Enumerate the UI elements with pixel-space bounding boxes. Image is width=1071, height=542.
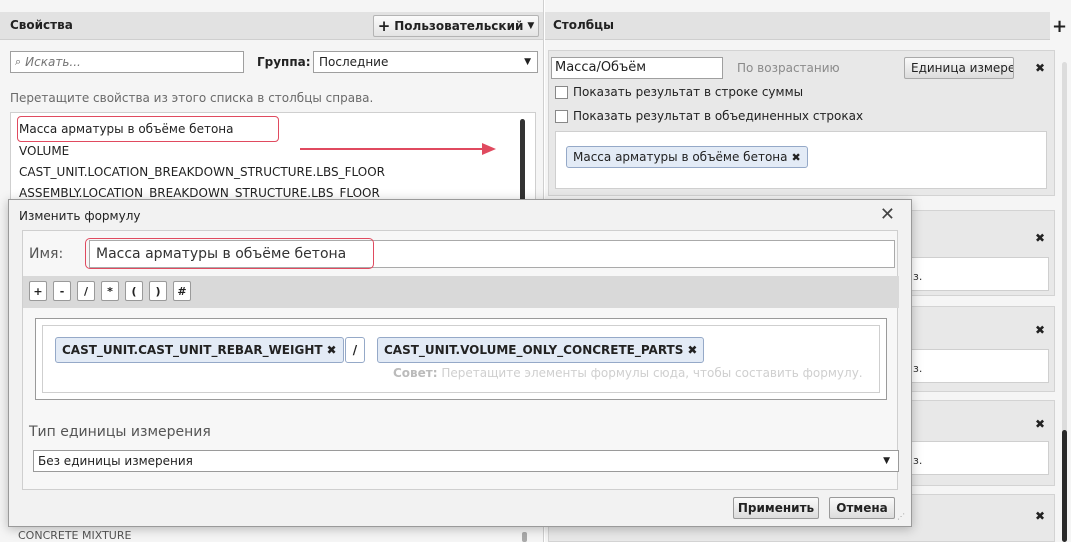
formula-chip[interactable]: CAST_UNIT.CAST_UNIT_REBAR_WEIGHT ✖ (55, 337, 344, 363)
plus-icon: + (377, 16, 391, 35)
search-input[interactable] (25, 55, 226, 69)
chip-label: Масса арматуры в объёме бетона (573, 150, 788, 164)
add-column-button[interactable]: + (1052, 18, 1068, 36)
close-icon[interactable]: ✕ (880, 204, 895, 225)
formula-operator[interactable]: / (345, 337, 365, 363)
close-icon[interactable]: ✖ (687, 343, 697, 357)
column-drop-area[interactable]: з. (907, 257, 1049, 291)
unit-button[interactable]: Единица измере (904, 57, 1014, 79)
search-icon: ⌕ (15, 55, 22, 68)
chevron-down-icon: ▼ (527, 21, 535, 31)
chevron-down-icon: ▼ (883, 456, 890, 466)
column-drop-area[interactable]: з. (907, 349, 1049, 383)
tip-prefix: Совет: (393, 366, 438, 380)
close-paren-button[interactable]: ) (149, 281, 167, 301)
sort-order[interactable]: По возрастанию (737, 61, 840, 75)
tip-text: Перетащите элементы формулы сюда, чтобы … (441, 366, 863, 380)
list-item[interactable]: CAST_UNIT.LOCATION_BREAKDOWN_STRUCTURE.L… (19, 165, 385, 179)
minus-operator-button[interactable]: - (53, 281, 71, 301)
group-select-value: Последние (319, 55, 389, 69)
open-paren-button[interactable]: ( (125, 281, 143, 301)
list-item[interactable]: Масса арматуры в объёме бетона (19, 122, 234, 136)
unit-select-value: Без единицы измерения (38, 454, 193, 468)
column-drop-area[interactable]: Масса арматуры в объёме бетона ✖ (555, 131, 1047, 189)
property-chip[interactable]: Масса арматуры в объёме бетона ✖ (566, 146, 808, 168)
list-item[interactable]: ASSEMBLY.LOCATION_BREAKDOWN_STRUCTURE.LB… (19, 186, 380, 200)
close-icon[interactable]: ✖ (1035, 417, 1045, 431)
list-item[interactable]: VOLUME (19, 144, 69, 158)
properties-list: Масса арматуры в объёме бетона VOLUME CA… (10, 112, 536, 204)
properties-title: Свойства (10, 18, 73, 32)
close-icon[interactable]: ✖ (1035, 509, 1045, 523)
show-merged-option[interactable]: Показать результат в объединенных строка… (555, 109, 863, 123)
column-name-input[interactable]: Масса/Объём (551, 57, 723, 79)
formula-chip-label: CAST_UNIT.CAST_UNIT_REBAR_WEIGHT (62, 343, 323, 357)
custom-property-button[interactable]: + Пользовательский ▼ (373, 15, 539, 37)
columns-scrollbar[interactable] (1062, 62, 1067, 542)
columns-title: Столбцы (553, 18, 614, 32)
number-operator-button[interactable]: # (173, 281, 191, 301)
dialog-title: Изменить формулу (19, 209, 141, 223)
name-label: Имя: (29, 246, 64, 262)
search-field[interactable]: ⌕ (10, 51, 244, 73)
show-sum-checkbox[interactable] (555, 85, 568, 99)
apply-button[interactable]: Применить (733, 497, 819, 519)
group-select[interactable]: Последние ▼ (313, 51, 538, 73)
close-icon[interactable]: ✖ (327, 343, 337, 357)
operator-toolbar: + - / * ( ) # (23, 276, 899, 308)
custom-button-label: Пользовательский (394, 19, 524, 33)
formula-chip[interactable]: CAST_UNIT.VOLUME_ONLY_CONCRETE_PARTS ✖ (377, 337, 705, 363)
close-icon[interactable]: ✖ (1035, 231, 1045, 245)
columns-header: Столбцы (545, 12, 1050, 40)
group-label: Группа: (257, 55, 311, 69)
show-sum-option[interactable]: Показать результат в строке суммы (555, 85, 803, 99)
unit-type-label: Тип единицы измерения (29, 424, 211, 440)
formula-area[interactable]: Совет: Перетащите элементы формулы сюда,… (35, 318, 887, 400)
formula-drop-zone[interactable]: Совет: Перетащите элементы формулы сюда,… (42, 325, 880, 393)
chevron-down-icon: ▼ (524, 57, 531, 67)
show-merged-checkbox[interactable] (555, 109, 568, 123)
close-icon[interactable]: ✖ (1035, 323, 1045, 337)
multiply-operator-button[interactable]: * (101, 281, 119, 301)
column-drop-area[interactable]: з. (907, 441, 1049, 475)
list-item[interactable]: CONCRETE MIXTURE (18, 529, 131, 542)
scrollbar-thumb[interactable] (1062, 430, 1067, 542)
list-scrollbar[interactable] (522, 532, 527, 542)
highlight-box (85, 238, 374, 269)
formula-chip-label: CAST_UNIT.VOLUME_ONLY_CONCRETE_PARTS (384, 343, 684, 357)
edit-formula-dialog: Изменить формулу ✕ Имя: Масса арматуры в… (8, 199, 912, 527)
column-card: Масса/Объём По возрастанию Единица измер… (548, 50, 1055, 196)
cancel-button[interactable]: Отмена (829, 497, 895, 519)
drag-hint: Перетащите свойства из этого списка в ст… (10, 91, 374, 105)
drag-arrow-icon (300, 143, 496, 155)
properties-header: Свойства + Пользовательский ▼ (0, 12, 543, 40)
list-scrollbar[interactable] (520, 119, 525, 203)
formula-tip: Совет: Перетащите элементы формулы сюда,… (393, 366, 863, 380)
unit-type-select[interactable]: Без единицы измерения ▼ (33, 450, 899, 472)
divide-operator-button[interactable]: / (77, 281, 95, 301)
plus-operator-button[interactable]: + (29, 281, 47, 301)
show-sum-label: Показать результат в строке суммы (573, 85, 804, 99)
show-merged-label: Показать результат в объединенных строка… (573, 109, 864, 123)
close-icon[interactable]: ✖ (792, 151, 801, 164)
close-icon[interactable]: ✖ (1035, 61, 1045, 75)
resize-grip-icon[interactable]: ⋰ (897, 512, 907, 522)
